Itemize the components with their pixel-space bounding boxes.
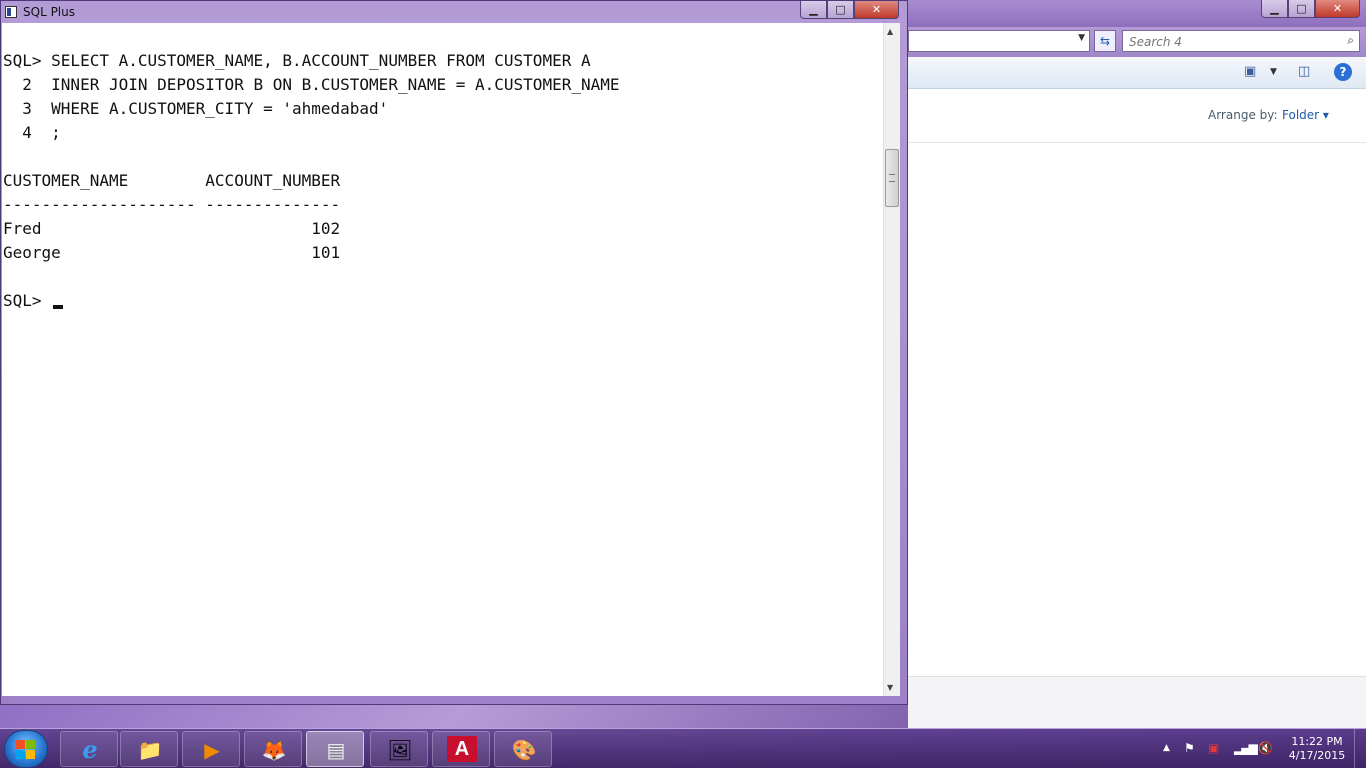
refresh-icon[interactable]: ⇆ xyxy=(1094,30,1116,52)
sqlplus-app-icon[interactable] xyxy=(5,6,17,18)
change-view-icon[interactable]: ▣ xyxy=(1244,64,1256,79)
scroll-down-arrow-icon[interactable]: ▼ xyxy=(887,683,893,692)
sql-prompt: SQL> xyxy=(3,291,52,310)
search-icon[interactable]: ⌕ xyxy=(1347,33,1354,48)
text-cursor xyxy=(53,305,64,309)
network-icon[interactable]: ▂▄▆ xyxy=(1234,741,1258,755)
taskbar-photo-viewer[interactable]: 🖼 xyxy=(370,731,428,767)
clock-time: 11:22 PM xyxy=(1291,735,1343,748)
show-desktop-button[interactable] xyxy=(1354,729,1366,768)
sqlplus-window: SQL Plus ▁ □ ✕ SQL> SELECT A.CUSTOMER_NA… xyxy=(0,0,908,705)
view-dropdown-icon[interactable]: ▼ xyxy=(1270,67,1277,77)
minimize-button[interactable]: ▁ xyxy=(800,1,827,19)
photo-viewer-icon: 🖼 xyxy=(387,738,413,762)
clock-date: 4/17/2015 xyxy=(1288,749,1346,762)
arrange-folder-button[interactable]: Folder ▾ xyxy=(1282,108,1329,122)
scrollbar-thumb[interactable] xyxy=(885,149,899,207)
close-button[interactable]: ✕ xyxy=(854,1,899,19)
explorer-maximize-button[interactable]: □ xyxy=(1288,0,1315,18)
details-pane xyxy=(908,676,1366,728)
taskbar-media-player[interactable]: ▶ xyxy=(182,731,240,767)
search-input[interactable] xyxy=(1123,32,1323,52)
taskbar: e 📁 ▶ 🦊 ▤ 🖼 A 🎨 ▲ ⚑ ▣ ▂▄▆ 🔇 11:22 PM 4/1… xyxy=(0,728,1366,768)
scroll-up-arrow-icon[interactable]: ▲ xyxy=(887,27,893,36)
sqlplus-titlebar[interactable]: SQL Plus ▁ □ ✕ xyxy=(1,1,907,23)
paint-icon: 🎨 xyxy=(511,738,537,762)
explorer-address-row: ▼ ⇆ ⌕ xyxy=(908,27,1366,57)
console-line: 3 WHERE A.CUSTOMER_CITY = 'ahmedabad' xyxy=(3,99,389,118)
maximize-button[interactable]: □ xyxy=(827,1,854,19)
divider xyxy=(908,142,1366,143)
result-row: George 101 xyxy=(3,243,341,262)
explorer-close-button[interactable]: ✕ xyxy=(1315,0,1360,18)
explorer-window: ▁ □ ✕ ▼ ⇆ ⌕ ▣ ▼ ◫ ? Arrange by: Folder ▾ xyxy=(908,0,1366,728)
power-icon[interactable]: ▣ xyxy=(1208,741,1219,755)
search-box[interactable]: ⌕ xyxy=(1122,30,1360,52)
taskbar-windows-explorer[interactable]: 📁 xyxy=(120,731,178,767)
prompt-line[interactable]: SQL> xyxy=(3,289,883,313)
clock[interactable]: 11:22 PM 4/17/2015 xyxy=(1284,735,1350,763)
result-separator: -------------------- -------------- xyxy=(3,195,341,214)
internet-explorer-icon: e xyxy=(82,735,98,764)
result-header: CUSTOMER_NAME ACCOUNT_NUMBER xyxy=(3,171,341,190)
explorer-toolbar: ▣ ▼ ◫ ? xyxy=(908,57,1366,89)
preview-pane-icon[interactable]: ◫ xyxy=(1298,64,1310,79)
explorer-titlebar[interactable]: ▁ □ ✕ xyxy=(908,0,1366,27)
console-line: 4 ; xyxy=(3,123,61,142)
sqlplus-icon: ▤ xyxy=(326,738,346,762)
window-title: SQL Plus xyxy=(23,5,75,19)
taskbar-sqlplus[interactable]: ▤ xyxy=(306,731,364,767)
adobe-reader-icon: A xyxy=(447,736,477,762)
result-row: Fred 102 xyxy=(3,219,341,238)
action-center-icon[interactable]: ⚑ xyxy=(1184,741,1195,755)
taskbar-internet-explorer[interactable]: e xyxy=(60,731,118,767)
taskbar-paint[interactable]: 🎨 xyxy=(494,731,552,767)
firefox-icon: 🦊 xyxy=(261,738,287,762)
explorer-minimize-button[interactable]: ▁ xyxy=(1261,0,1288,18)
console-line: 2 INNER JOIN DEPOSITOR B ON B.CUSTOMER_N… xyxy=(3,75,620,94)
console-line: SQL> SELECT A.CUSTOMER_NAME, B.ACCOUNT_N… xyxy=(3,51,591,70)
taskbar-firefox[interactable]: 🦊 xyxy=(244,731,302,767)
vertical-scrollbar[interactable]: ▲ ▼ xyxy=(883,23,900,696)
windows-explorer-icon: 📁 xyxy=(137,738,163,762)
show-hidden-icons-icon[interactable]: ▲ xyxy=(1163,743,1170,753)
start-button[interactable] xyxy=(4,730,48,768)
address-dropdown-icon[interactable]: ▼ xyxy=(1078,33,1085,43)
console-output[interactable]: SQL> SELECT A.CUSTOMER_NAME, B.ACCOUNT_N… xyxy=(2,23,883,696)
windows-logo-icon xyxy=(16,740,36,760)
arrange-by-label: Arrange by: xyxy=(1208,108,1278,122)
address-bar[interactable]: ▼ xyxy=(908,30,1090,52)
taskbar-adobe-reader[interactable]: A xyxy=(432,731,490,767)
help-icon[interactable]: ? xyxy=(1334,63,1352,81)
media-player-icon: ▶ xyxy=(204,738,220,762)
volume-icon[interactable]: 🔇 xyxy=(1258,741,1273,755)
